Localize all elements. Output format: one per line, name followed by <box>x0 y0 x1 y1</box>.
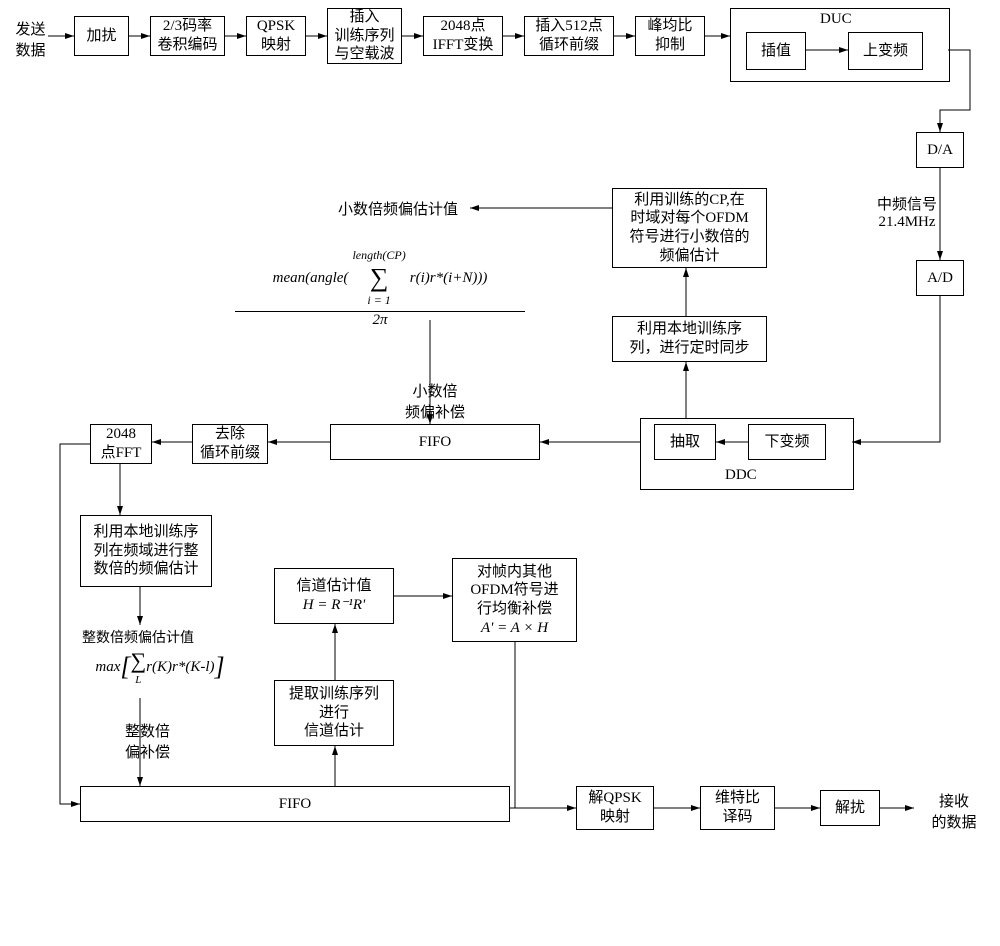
ifft-box: 2048点IFFT变换 <box>423 16 503 56</box>
conv-code-box: 2/3码率卷积编码 <box>150 16 225 56</box>
fft-box: 2048点FFT <box>90 424 152 464</box>
rm-cp-box: 去除循环前缀 <box>192 424 268 464</box>
fifo2-box: FIFO <box>80 786 510 822</box>
ad-box: A/D <box>916 260 964 296</box>
qpsk-box: QPSK映射 <box>246 16 306 56</box>
train-null-box: 插入训练序列与空载波 <box>327 8 402 64</box>
fifo1-box: FIFO <box>330 424 540 460</box>
ddc-title: DDC <box>725 467 757 484</box>
if-note: 中频信号21.4MHz <box>864 193 950 231</box>
recv-label: 接收的数据 <box>918 790 990 832</box>
cp-frac-est-box: 利用训练的CP,在时域对每个OFDM符号进行小数倍的频偏估计 <box>612 188 767 268</box>
timing-box: 利用本地训练序列，进行定时同步 <box>612 316 767 362</box>
upconv-box: 上变频 <box>848 32 923 70</box>
papr-box: 峰均比抑制 <box>635 16 705 56</box>
eq-box: 对帧内其他OFDM符号进行均衡补偿 A' = A × H <box>452 558 577 642</box>
interp-box: 插值 <box>746 32 806 70</box>
scramble-box: 加扰 <box>74 16 129 56</box>
frac-formula: mean(angle( length(CP) ∑ i = 1 r(i)r*(i+… <box>225 248 535 329</box>
duc-title: DUC <box>820 11 852 28</box>
descramble-box: 解扰 <box>820 790 880 826</box>
decimate-box: 抽取 <box>654 424 716 460</box>
viterbi-box: 维特比译码 <box>700 786 775 830</box>
int-comp-label: 整数倍偏补偿 <box>110 720 185 762</box>
int-est-box: 利用本地训练序列在频域进行整数倍的频偏估计 <box>80 515 212 587</box>
frac-val-label: 小数倍频偏估计值 <box>338 198 458 219</box>
cp-insert-box: 插入512点循环前缀 <box>524 16 614 56</box>
int-formula: max [ ∑ L r(K)r*(K-l) ] <box>70 648 250 686</box>
int-val-label: 整数倍频偏估计值 <box>82 627 194 647</box>
da-box: D/A <box>916 132 964 168</box>
chan-extract-box: 提取训练序列进行信道估计 <box>274 680 394 746</box>
send-data-label: 发送数据 <box>8 18 53 60</box>
deqpsk-box: 解QPSK映射 <box>576 786 654 830</box>
frac-comp-label: 小数倍频偏补偿 <box>390 380 480 422</box>
chan-val-box: 信道估计值 H = R⁻¹R' <box>274 568 394 624</box>
downconv-box: 下变频 <box>748 424 826 460</box>
